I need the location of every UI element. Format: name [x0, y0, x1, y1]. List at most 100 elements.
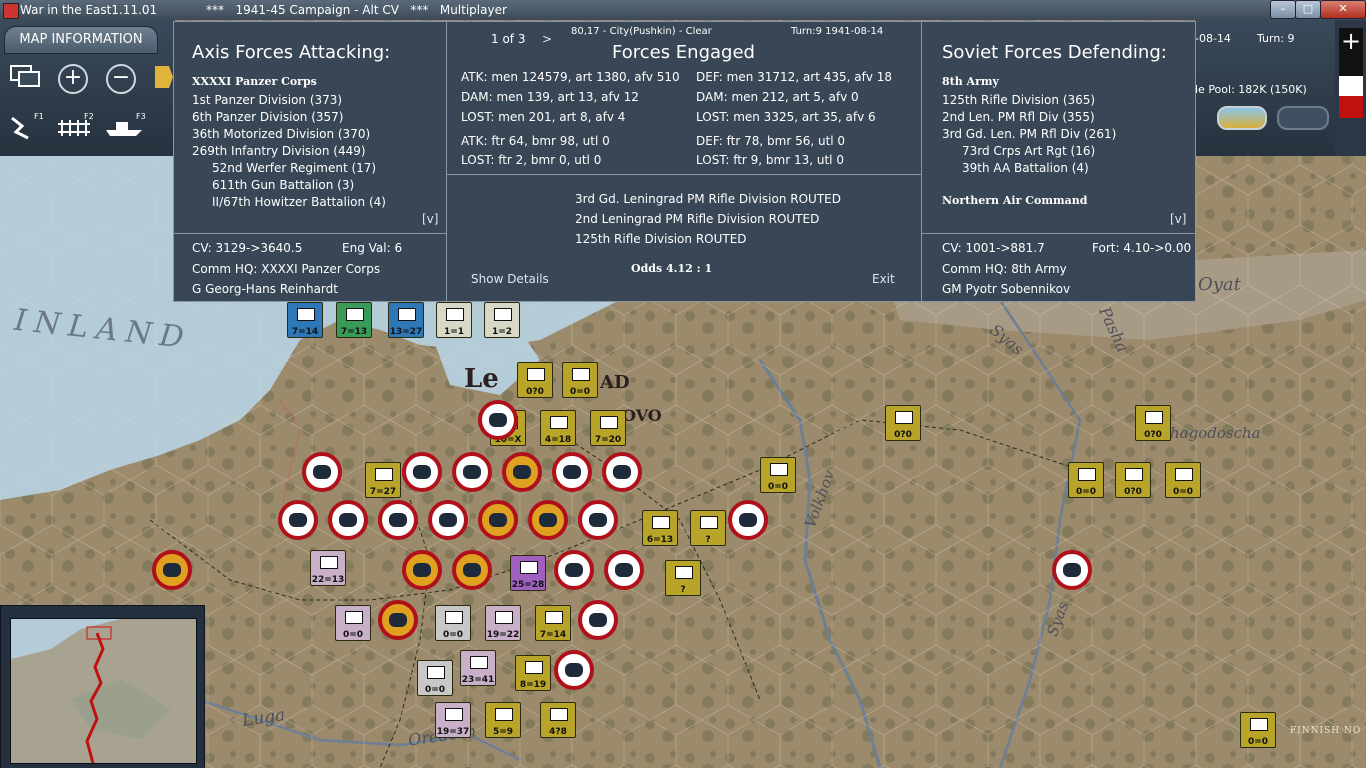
show-details-button[interactable]: Show Details	[471, 272, 549, 286]
air-unit-icon[interactable]	[328, 500, 368, 540]
air-unit-icon[interactable]	[554, 550, 594, 590]
weather-indicator[interactable]	[1217, 106, 1267, 130]
unit-counter[interactable]: 0=0	[417, 660, 453, 696]
def-air: DEF: ftr 78, bmr 56, utl 0	[696, 134, 846, 148]
unit-counter[interactable]: 22=13	[310, 550, 346, 586]
unit-strength-label: 0=0	[767, 482, 789, 492]
axis-unit-6[interactable]: 611th Gun Battalion (3)	[212, 178, 354, 192]
air-unit-icon[interactable]	[378, 500, 418, 540]
axis-unit-2[interactable]: 6th Panzer Division (357)	[192, 110, 343, 124]
arrow-icon[interactable]: F1	[6, 112, 44, 146]
unit-counter[interactable]: 23=41	[460, 650, 496, 686]
air-unit-icon[interactable]	[478, 500, 518, 540]
axis-eng-val: Eng Val: 6	[342, 241, 403, 255]
unit-counter[interactable]: 0=0	[1165, 462, 1201, 498]
axis-expand-button[interactable]: [v]	[422, 212, 438, 226]
air-unit-icon[interactable]	[452, 550, 492, 590]
unit-counter[interactable]: 7=13	[336, 302, 372, 338]
unit-counter[interactable]: ?	[690, 510, 726, 546]
unit-counter[interactable]: 4?8	[540, 702, 576, 738]
unit-counter[interactable]: 1=2	[484, 302, 520, 338]
air-unit-icon[interactable]	[478, 400, 518, 440]
minimap[interactable]	[0, 605, 205, 768]
next-page-button[interactable]: >	[542, 32, 552, 46]
unit-counter[interactable]: 6=13	[642, 510, 678, 546]
flag-icon[interactable]: +	[1339, 28, 1363, 118]
air-unit-icon[interactable]	[602, 452, 642, 492]
axis-unit-1[interactable]: 1st Panzer Division (373)	[192, 93, 342, 107]
maximize-button[interactable]: □	[1295, 0, 1321, 19]
unit-counter[interactable]: 0=0	[1240, 712, 1276, 748]
hex-icon[interactable]	[150, 62, 174, 96]
axis-unit-5[interactable]: 52nd Werfer Regiment (17)	[212, 161, 376, 175]
unit-counter[interactable]: 0?0	[1135, 405, 1171, 441]
air-unit-icon[interactable]	[578, 600, 618, 640]
aircraft-icon	[439, 513, 457, 527]
unit-counter[interactable]: 4=18	[540, 410, 576, 446]
air-unit-icon[interactable]	[578, 500, 618, 540]
soviet-unit-1[interactable]: 125th Rifle Division (365)	[942, 93, 1095, 107]
unit-counter[interactable]: 0=0	[562, 362, 598, 398]
soviet-expand-button[interactable]: [v]	[1170, 212, 1186, 226]
unit-counter[interactable]: 7=14	[535, 605, 571, 641]
unit-counter[interactable]: 0?0	[1115, 462, 1151, 498]
unit-symbol-icon	[572, 368, 590, 381]
unit-counter[interactable]: 1=1	[436, 302, 472, 338]
air-unit-icon[interactable]	[302, 452, 342, 492]
unit-counter[interactable]: 7=20	[590, 410, 626, 446]
air-unit-icon[interactable]	[552, 452, 592, 492]
unit-counter[interactable]: 0?0	[517, 362, 553, 398]
unit-counter[interactable]: 13=27	[388, 302, 424, 338]
air-unit-icon[interactable]	[554, 650, 594, 690]
air-unit-icon[interactable]	[502, 452, 542, 492]
exit-button[interactable]: Exit	[872, 272, 895, 286]
axis-divider	[174, 233, 446, 234]
unit-counter[interactable]: 0?0	[885, 405, 921, 441]
unit-counter[interactable]: 7=27	[365, 462, 401, 498]
axis-unit-7[interactable]: II/67th Howitzer Battalion (4)	[212, 195, 386, 209]
air-unit-icon[interactable]	[1052, 550, 1092, 590]
air-unit-icon[interactable]	[152, 550, 192, 590]
close-button[interactable]: ✕	[1320, 0, 1366, 19]
soviet-unit-4[interactable]: 73rd Crps Art Rgt (16)	[962, 144, 1095, 158]
windows-icon[interactable]	[8, 62, 44, 96]
air-unit-icon[interactable]	[728, 500, 768, 540]
naval-icon[interactable]: F3	[104, 112, 146, 146]
axis-unit-3[interactable]: 36th Motorized Division (370)	[192, 127, 370, 141]
unit-counter[interactable]: 7=14	[287, 302, 323, 338]
option-toggle[interactable]	[1277, 106, 1329, 130]
tab-map-information[interactable]: MAP INFORMATION	[4, 26, 158, 54]
air-unit-icon[interactable]	[278, 500, 318, 540]
air-unit-icon[interactable]	[528, 500, 568, 540]
air-unit-icon[interactable]	[604, 550, 644, 590]
unit-symbol-icon	[675, 566, 693, 579]
air-unit-icon[interactable]	[378, 600, 418, 640]
unit-strength-label: 7=20	[594, 435, 622, 445]
soviet-unit-5[interactable]: 39th AA Battalion (4)	[962, 161, 1089, 175]
rail-icon[interactable]: F2	[56, 112, 94, 146]
unit-counter[interactable]: 5=9	[485, 702, 521, 738]
unit-counter[interactable]: 0=0	[435, 605, 471, 641]
zoom-in-icon[interactable]: +	[58, 64, 94, 98]
unit-counter[interactable]: 8=19	[515, 655, 551, 691]
unit-counter[interactable]: 19=37	[435, 702, 471, 738]
unit-counter[interactable]: ?	[665, 560, 701, 596]
unit-counter[interactable]: 0=0	[1068, 462, 1104, 498]
air-unit-icon[interactable]	[402, 550, 442, 590]
unit-counter[interactable]: 25=28	[510, 555, 546, 591]
soviet-unit-2[interactable]: 2nd Len. PM Rfl Div (355)	[942, 110, 1095, 124]
unit-symbol-icon	[527, 368, 545, 381]
zoom-out-icon[interactable]: −	[106, 64, 142, 98]
soviet-unit-3[interactable]: 3rd Gd. Len. PM Rfl Div (261)	[942, 127, 1116, 141]
air-unit-icon[interactable]	[452, 452, 492, 492]
air-unit-icon[interactable]	[428, 500, 468, 540]
unit-counter[interactable]: 0=0	[335, 605, 371, 641]
minimap-view[interactable]	[10, 618, 197, 764]
aircraft-icon	[463, 563, 481, 577]
aircraft-icon	[613, 465, 631, 479]
air-unit-icon[interactable]	[402, 452, 442, 492]
axis-unit-4[interactable]: 269th Infantry Division (449)	[192, 144, 366, 158]
unit-counter[interactable]: 0=0	[760, 457, 796, 493]
unit-counter[interactable]: 19=22	[485, 605, 521, 641]
minimize-button[interactable]: –	[1270, 0, 1296, 19]
